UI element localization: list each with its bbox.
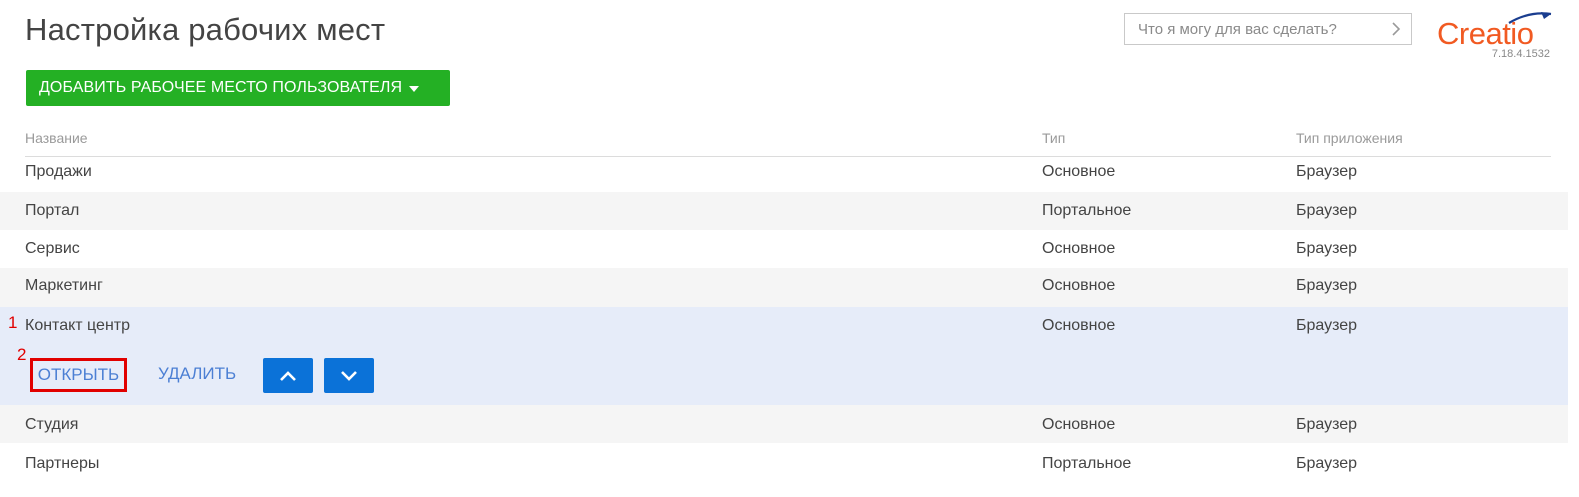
column-header-type[interactable]: Тип [1042,130,1065,146]
chevron-right-icon[interactable] [1381,14,1411,44]
chevron-down-icon [341,370,357,381]
cell-app-type: Браузер [1296,163,1358,180]
cell-name: Партнеры [25,455,100,472]
page-title: Настройка рабочих мест [25,12,386,47]
cell-type: Основное [1042,240,1116,257]
table-row-selected[interactable]: Контакт центр Основное Браузер [0,307,1568,405]
table-row[interactable]: Портал Портальное Браузер [0,192,1568,230]
table-row[interactable]: Студия Основное Браузер [0,405,1568,443]
cell-name: Маркетинг [25,277,103,294]
logo-swoosh-icon [1508,12,1552,24]
cell-name: Студия [25,416,79,433]
cell-app-type: Браузер [1296,202,1358,219]
cell-type: Основное [1042,277,1116,294]
move-down-button[interactable] [324,358,374,393]
open-button-label: ОТКРЫТЬ [37,365,120,384]
cell-type: Основное [1042,416,1116,433]
version-label: 7.18.4.1532 [1491,48,1550,60]
add-button-label: ДОБАВИТЬ РАБОЧЕЕ МЕСТО ПОЛЬЗОВАТЕЛЯ [39,79,403,96]
cell-app-type: Браузер [1296,455,1358,472]
cell-name: Контакт центр [25,317,130,334]
table-row[interactable]: Маркетинг Основное Браузер [0,268,1568,307]
column-header-app-type[interactable]: Тип приложения [1296,130,1403,146]
caret-down-icon [409,85,420,92]
cell-app-type: Браузер [1296,317,1358,334]
cell-type: Основное [1042,317,1116,334]
cell-type: Портальное [1042,202,1132,219]
table-row[interactable]: Продажи Основное Браузер [0,157,1568,192]
cell-type: Основное [1042,163,1116,180]
cell-name: Сервис [25,240,80,257]
table-row[interactable]: Сервис Основное Браузер [0,230,1568,268]
grid-header: Название Тип Тип приложения [0,126,1579,157]
column-header-name[interactable]: Название [25,130,88,146]
command-line-input[interactable] [1125,14,1381,44]
command-line[interactable] [1124,13,1412,45]
open-button[interactable]: ОТКРЫТЬ [30,358,127,392]
table-row[interactable]: Партнеры Портальное Браузер [0,443,1568,483]
workplace-settings-page: Настройка рабочих мест Creatio 7.18.4.15… [0,0,1579,497]
cell-name: Портал [25,202,80,219]
add-user-workplace-button[interactable]: ДОБАВИТЬ РАБОЧЕЕ МЕСТО ПОЛЬЗОВАТЕЛЯ [26,70,450,106]
cell-type: Портальное [1042,455,1132,472]
cell-app-type: Браузер [1296,277,1358,294]
annotation-marker-1: 1 [8,313,18,332]
move-up-button[interactable] [263,358,313,393]
cell-app-type: Браузер [1296,416,1358,433]
cell-app-type: Браузер [1296,240,1358,257]
chevron-up-icon [280,370,296,381]
annotation-marker-2: 2 [17,345,27,364]
delete-button[interactable]: УДАЛИТЬ [158,364,236,384]
cell-name: Продажи [25,163,92,180]
